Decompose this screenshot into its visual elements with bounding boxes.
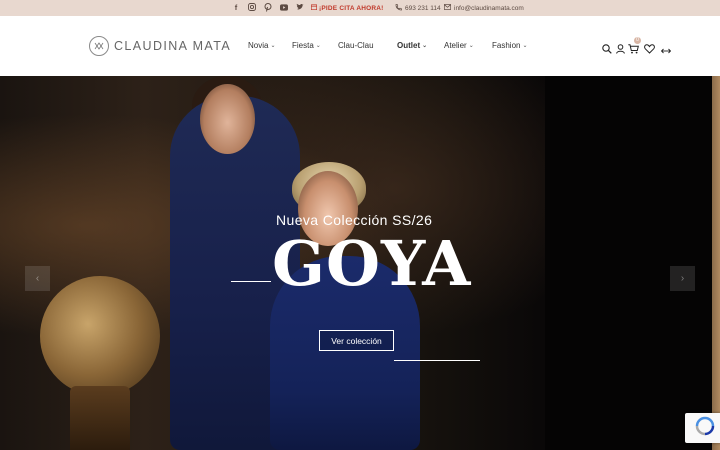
nav-item-label: Clau-Clau [338,41,374,50]
cart-count-badge: 0 [634,37,641,44]
hero-title: GOYA [272,227,472,300]
nav-item-label: Novia [248,41,269,50]
phone-number: 693 231 114 [405,5,441,12]
brand-logo[interactable]: CLAUDINA MATA [89,36,231,56]
prev-slide-button[interactable]: ‹ [25,266,50,291]
chevron-left-icon: ‹ [35,273,40,284]
nav-item-label: Outlet [397,41,421,50]
nav-item-fiesta[interactable]: Fiesta ⌄ [292,41,321,50]
hero-caption: Nueva Colección SS/26 GOYA Ver colección [0,76,720,450]
chevron-down-icon: ⌄ [315,43,321,49]
nav-item-atelier[interactable]: Atelier ⌄ [444,41,474,50]
top-bar: f ¡PIDE CITA AHORA! 693 231 114 info@cla… [0,0,720,16]
chevron-down-icon: ⌄ [468,43,474,49]
view-collection-button[interactable]: Ver colección [319,330,394,351]
title-decor-line [231,281,271,282]
phone-icon [395,4,402,13]
chevron-down-icon: ⌄ [522,43,528,49]
twitter-icon[interactable] [296,2,304,12]
facebook-icon[interactable]: f [232,2,240,12]
logo-emblem-icon [89,36,109,56]
phone-link[interactable]: 693 231 114 [395,4,441,13]
hero-slider: Nueva Colección SS/26 GOYA Ver colección… [0,76,720,450]
nav-item-clau-clau[interactable]: Clau-Clau [338,41,374,50]
user-icon[interactable] [616,41,625,59]
next-slide-button[interactable]: › [670,266,695,291]
calendar-icon [310,4,318,12]
search-icon[interactable] [602,41,612,59]
brand-name: CLAUDINA MATA [114,39,232,53]
nav-item-label: Fiesta [292,41,314,50]
nav-item-novia[interactable]: Novia ⌄ [248,41,275,50]
instagram-icon[interactable] [248,2,256,12]
nav-item-fashion[interactable]: Fashion ⌄ [492,41,528,50]
pinterest-icon[interactable] [264,2,272,12]
recaptcha-badge[interactable] [685,413,720,443]
site-header: CLAUDINA MATA Novia ⌄ Fiesta ⌄ Clau-Clau… [0,16,720,76]
heart-icon[interactable] [644,41,655,59]
email-link[interactable]: info@claudinamata.com [443,4,524,12]
chevron-down-icon: ⌄ [270,43,276,49]
chevron-down-icon: ⌄ [422,43,428,49]
hero-subtitle: Nueva Colección SS/26 [276,212,433,228]
email-address: info@claudinamata.com [454,4,524,12]
recaptcha-icon [695,416,715,441]
social-links: f [232,2,304,12]
cta-decor-line [394,360,480,361]
nav-item-outlet[interactable]: Outlet ⌄ [397,41,427,50]
nav-item-label: Fashion [492,41,521,50]
mail-icon [443,4,452,12]
youtube-icon[interactable] [280,2,288,12]
compare-icon[interactable] [660,42,672,60]
chevron-right-icon: › [680,273,685,284]
book-appointment-label: ¡PIDE CITA AHORA! [319,4,384,12]
book-appointment-link[interactable]: ¡PIDE CITA AHORA! [310,4,384,12]
nav-item-label: Atelier [444,41,467,50]
